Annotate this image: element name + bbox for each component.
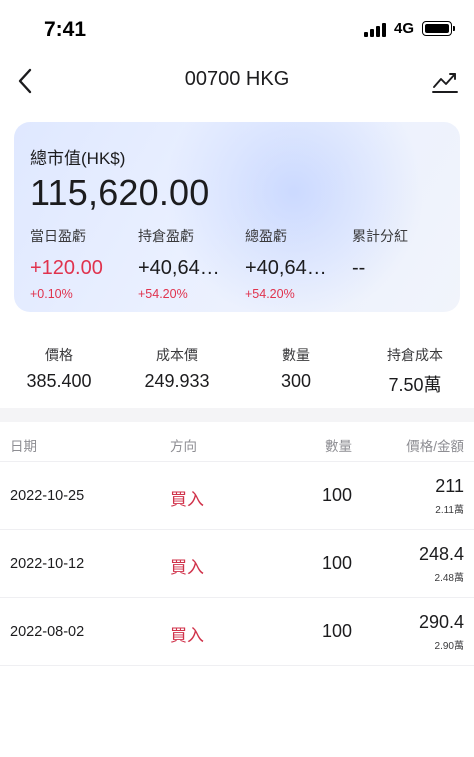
trade-direction: 買入 bbox=[170, 558, 204, 577]
trade-direction: 買入 bbox=[170, 626, 204, 645]
trade-direction: 買入 bbox=[170, 490, 204, 509]
stat-position-cost: 持倉成本 7.50萬 bbox=[356, 345, 474, 397]
stat-label: 成本價 bbox=[156, 347, 198, 363]
status-time: 7:41 bbox=[44, 18, 87, 41]
stat-label: 持倉成本 bbox=[387, 347, 443, 363]
trade-date: 2022-08-02 bbox=[10, 624, 85, 640]
trade-price: 290.4 bbox=[418, 612, 464, 632]
header-direction: 方向 bbox=[170, 439, 197, 454]
trade-amount: 2.48萬 bbox=[434, 573, 464, 584]
daily-pl-pct: +0.10% bbox=[30, 287, 73, 301]
trade-date: 2022-10-12 bbox=[10, 556, 85, 572]
market-value-label: 總市值(HK$) bbox=[30, 149, 126, 168]
chart-button[interactable] bbox=[430, 66, 460, 96]
table-row[interactable]: 2022-08-02 買入 100 290.4 2.90萬 bbox=[0, 598, 474, 666]
header-date: 日期 bbox=[10, 439, 37, 454]
total-pl: 總盈虧 +40,64… +54.20% bbox=[245, 226, 350, 301]
daily-pl: 當日盈虧 +120.00 +0.10% bbox=[30, 226, 135, 301]
stat-value: 385.400 bbox=[26, 371, 92, 391]
total-pl-value: +40,64… bbox=[245, 257, 327, 279]
trade-quantity: 100 bbox=[321, 621, 352, 641]
battery-icon bbox=[422, 21, 455, 36]
trend-chart-icon bbox=[432, 73, 458, 93]
network-type: 4G bbox=[393, 20, 414, 37]
cumulative-dividend: 累計分紅 -- bbox=[352, 226, 457, 280]
position-pl: 持倉盈虧 +40,64… +54.20% bbox=[138, 226, 243, 301]
status-bar: 7:41 4G bbox=[0, 0, 474, 58]
market-value-card: 總市值(HK$) 115,620.00 當日盈虧 +120.00 +0.10% … bbox=[14, 122, 460, 312]
trade-amount: 2.90萬 bbox=[434, 641, 464, 652]
stat-label: 數量 bbox=[282, 347, 310, 363]
stat-cost-price: 成本價 249.933 bbox=[118, 345, 236, 392]
trade-quantity: 100 bbox=[321, 553, 352, 573]
stat-value: 300 bbox=[280, 371, 312, 391]
status-indicators: 4G bbox=[363, 20, 455, 37]
nav-bar: 00700 HKG bbox=[0, 58, 474, 104]
daily-pl-value: +120.00 bbox=[30, 257, 103, 279]
total-pl-pct: +54.20% bbox=[245, 287, 295, 301]
cumulative-dividend-value: -- bbox=[352, 257, 366, 279]
stat-value: 249.933 bbox=[144, 371, 210, 391]
section-divider bbox=[0, 408, 474, 422]
position-pl-value: +40,64… bbox=[138, 257, 220, 279]
header-quantity: 數量 bbox=[325, 439, 352, 454]
table-row[interactable]: 2022-10-12 買入 100 248.4 2.48萬 bbox=[0, 530, 474, 598]
stat-label: 價格 bbox=[45, 347, 73, 363]
page-title: 00700 HKG bbox=[184, 68, 290, 90]
daily-pl-label: 當日盈虧 bbox=[30, 228, 86, 244]
market-value: 115,620.00 bbox=[30, 172, 210, 213]
cellular-signal-icon bbox=[363, 21, 386, 37]
stat-quantity: 數量 300 bbox=[237, 345, 355, 392]
cumulative-dividend-label: 累計分紅 bbox=[352, 228, 408, 244]
table-row[interactable]: 2022-10-25 買入 100 211 2.11萬 bbox=[0, 462, 474, 530]
header-price-amount: 價格/金額 bbox=[406, 439, 464, 454]
stat-value: 7.50萬 bbox=[388, 375, 442, 395]
position-pl-pct: +54.20% bbox=[138, 287, 188, 301]
trades-table-header: 日期 方向 數量 價格/金額 bbox=[0, 422, 474, 462]
position-pl-label: 持倉盈虧 bbox=[138, 228, 194, 244]
position-stats: 價格 385.400 成本價 249.933 數量 300 持倉成本 7.50萬 bbox=[0, 345, 474, 395]
trade-date: 2022-10-25 bbox=[10, 488, 85, 504]
trade-quantity: 100 bbox=[321, 485, 352, 505]
trade-price: 211 bbox=[435, 476, 464, 496]
trade-amount: 2.11萬 bbox=[435, 505, 464, 516]
total-pl-label: 總盈虧 bbox=[245, 228, 287, 244]
trade-price: 248.4 bbox=[418, 544, 464, 564]
stat-price: 價格 385.400 bbox=[0, 345, 118, 392]
